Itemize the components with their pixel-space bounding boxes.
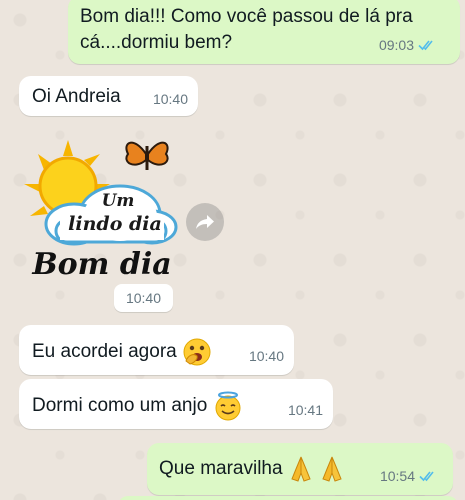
message-meta: 10:54: [380, 463, 437, 489]
forward-arrow-icon[interactable]: [186, 203, 224, 241]
message-time: 10:40: [248, 348, 284, 364]
message-bubble-outgoing[interactable]: Que maravilha 10:54: [147, 443, 453, 495]
message-bubble-incoming[interactable]: Dormi como um anjo 10:41: [19, 379, 333, 429]
smiling-face-with-halo-icon: [215, 391, 241, 421]
butterfly-icon: [125, 141, 169, 170]
message-meta: 10:40: [249, 343, 284, 369]
message-meta: 10:40: [153, 86, 188, 112]
message-bubble-outgoing-partial[interactable]: [118, 496, 458, 500]
double-check-icon: [419, 471, 434, 482]
sticker-text-mid: lindo dia: [68, 213, 162, 235]
message-time: 09:03: [378, 37, 414, 53]
message-meta: 10:41: [288, 397, 323, 423]
message-text: Que maravilha: [159, 458, 283, 480]
message-text: Dormi como um anjo: [32, 395, 208, 417]
message-text: Eu acordei agora: [32, 341, 177, 363]
message-bubble-outgoing[interactable]: Bom dia!!! Como você passou de lá pra cá…: [68, 0, 460, 64]
message-meta: 09:03: [379, 32, 436, 58]
sticker-text-bottom: Bom dia: [31, 247, 171, 282]
sticker-time: 10:40: [114, 284, 173, 312]
message-text: Oi Andreia: [32, 86, 121, 107]
face-with-hand-over-mouth-icon: [183, 338, 211, 366]
message-time: 10:41: [287, 402, 323, 418]
message-time: 10:40: [152, 91, 188, 107]
folded-hands-icon: [291, 456, 311, 482]
message-bubble-incoming[interactable]: Eu acordei agora 10:40: [19, 325, 294, 375]
message-time: 10:54: [379, 468, 415, 484]
folded-hands-icon: [322, 456, 342, 482]
sticker-text-top: Um: [102, 191, 135, 211]
message-bubble-incoming[interactable]: Oi Andreia 10:40: [19, 76, 198, 116]
double-check-icon: [418, 40, 433, 51]
message-text: Bom dia!!! Como você passou de lá pra cá…: [80, 6, 413, 53]
sun-butterfly-sticker-image: Um lindo dia Bom dia: [24, 140, 178, 282]
sticker-good-morning[interactable]: Um lindo dia Bom dia: [20, 132, 185, 282]
